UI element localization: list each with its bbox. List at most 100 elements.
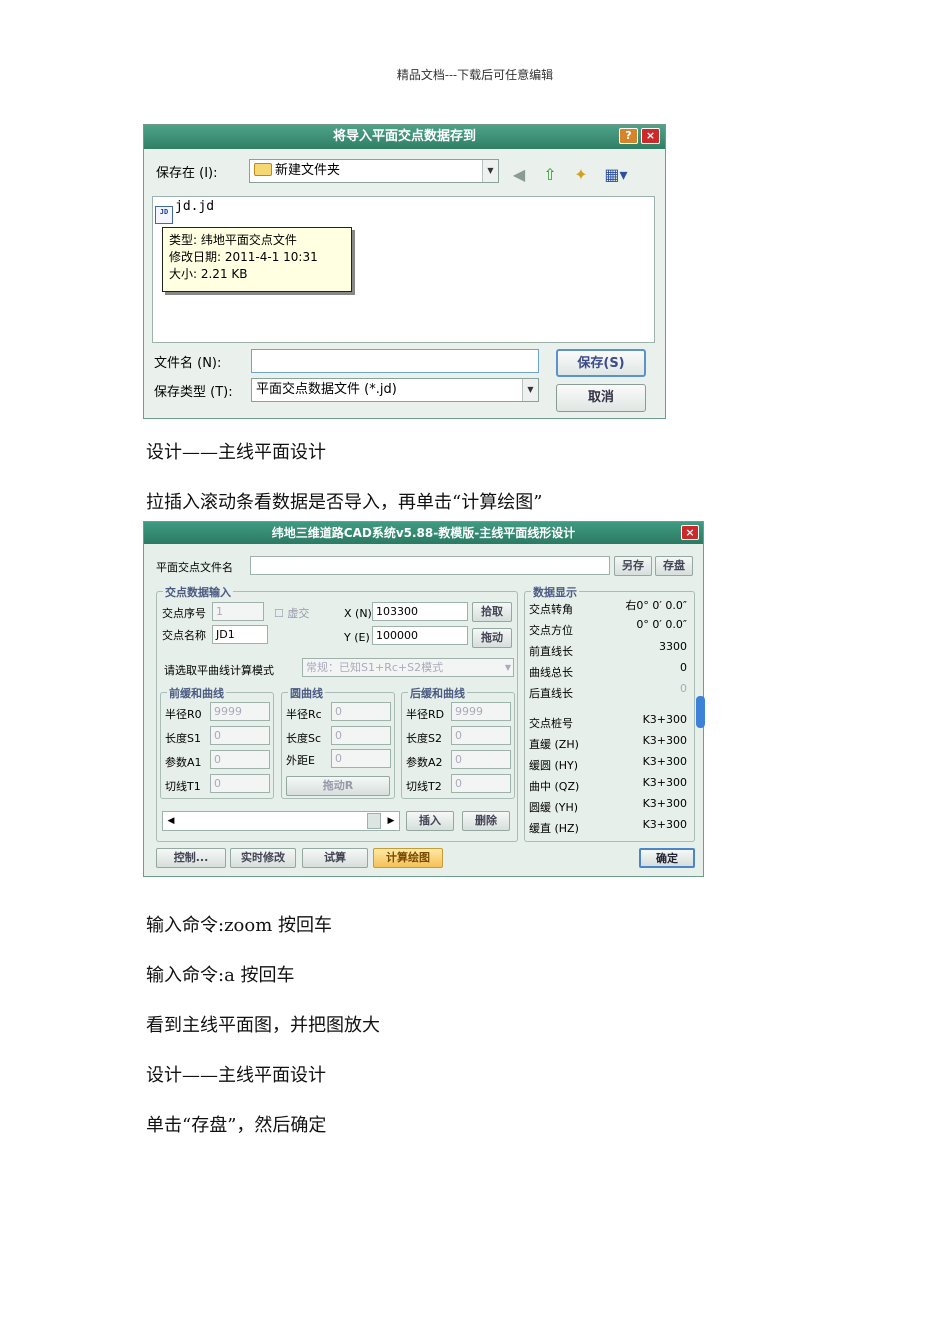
pick-button[interactable]: 拾取 (472, 602, 512, 622)
display-value: 3300 (659, 640, 687, 653)
new-folder-icon[interactable]: ✦ (571, 165, 591, 185)
display-value: K3+300 (642, 776, 687, 789)
sc-label: 长度Sc (286, 732, 322, 745)
help-button[interactable]: ? (619, 128, 638, 144)
mode-select[interactable]: 常规：已知S1+Rc+S2模式 ▼ (302, 658, 514, 677)
view-menu-icon[interactable]: ▦▾ (602, 165, 630, 185)
display-value: 0 (680, 682, 687, 695)
display-value: 0 (680, 661, 687, 674)
s1-input[interactable]: 0 (210, 726, 270, 745)
file-item-name: jd.jd (175, 199, 215, 214)
up-folder-icon[interactable]: ⇧ (540, 165, 560, 185)
name-input[interactable]: JD1 (212, 625, 268, 644)
display-label: 圆缓 (YH) (529, 801, 579, 814)
save-dialog-title: 将导入平面交点数据存到 (332, 129, 476, 144)
a1-input[interactable]: 0 (210, 750, 270, 769)
insert-button[interactable]: 插入 (406, 811, 454, 831)
virtual-label: 虚交 (287, 607, 310, 620)
store-button[interactable]: 存盘 (655, 556, 693, 576)
name-label: 交点名称 (162, 629, 206, 642)
chevron-down-icon[interactable]: ▼ (522, 379, 538, 401)
realtime-edit-button[interactable]: 实时修改 (230, 848, 296, 868)
filetype-combo[interactable]: 平面交点数据文件 (*.jd) ▼ (251, 378, 539, 402)
save-in-label: 保存在 (I): (156, 166, 218, 181)
y-label: Y (E) (344, 631, 370, 644)
control-button[interactable]: 控制... (156, 848, 226, 868)
file-item[interactable]: JD jd.jd (155, 199, 214, 224)
plane-file-input[interactable] (250, 556, 610, 575)
display-label: 后直线长 (529, 687, 573, 700)
seq-label: 交点序号 (162, 607, 206, 620)
chevron-down-icon[interactable]: ▼ (482, 160, 498, 182)
paragraph-7: 单击“存盘”，然后确定 (146, 1115, 327, 1136)
rc-label: 半径Rc (286, 708, 322, 721)
save-dialog: 将导入平面交点数据存到 ? × 保存在 (I): 新建文件夹 ▼ ◀ ⇧ ✦ ▦… (143, 124, 666, 419)
cancel-button[interactable]: 取消 (556, 384, 646, 412)
t1-input[interactable]: 0 (210, 774, 270, 793)
display-value: K3+300 (642, 818, 687, 831)
tooltip-size: 大小: 2.21 KB (169, 267, 248, 281)
tooltip-type: 类型: 纬地平面交点文件 (169, 233, 297, 247)
r0-input[interactable]: 9999 (210, 702, 270, 721)
t2-label: 切线T2 (406, 780, 442, 793)
display-label: 交点桩号 (529, 717, 573, 730)
calc-draw-button[interactable]: 计算绘图 (373, 848, 443, 868)
virtual-checkbox[interactable]: ☐ 虚交 (274, 605, 309, 621)
x-input[interactable]: 103300 (372, 602, 468, 621)
plane-file-label: 平面交点文件名 (156, 561, 233, 574)
scroll-left-icon[interactable]: ◀ (165, 814, 177, 828)
paragraph-6: 设计——主线平面设计 (146, 1065, 326, 1086)
filename-input[interactable] (251, 349, 539, 373)
paragraph-5: 看到主线平面图，并把图放大 (146, 1015, 380, 1036)
scroll-right-icon[interactable]: ▶ (385, 814, 397, 828)
r0-label: 半径R0 (165, 708, 202, 721)
paragraph-1: 设计——主线平面设计 (146, 442, 326, 463)
delete-button[interactable]: 删除 (462, 811, 510, 831)
rd-label: 半径RD (406, 708, 445, 721)
display-group-title: 数据显示 (531, 584, 579, 600)
display-value: K3+300 (642, 713, 687, 726)
scroll-thumb[interactable] (367, 813, 381, 829)
insert-scrollbar[interactable]: ◀ ▶ (162, 811, 400, 831)
back-icon[interactable]: ◀ (509, 165, 529, 185)
filename-label: 文件名 (N): (154, 356, 222, 371)
seq-input[interactable]: 1 (212, 602, 264, 621)
t2-input[interactable]: 0 (451, 774, 511, 793)
ok-button[interactable]: 确定 (639, 848, 695, 868)
filetype-label: 保存类型 (T): (154, 385, 233, 400)
a2-input[interactable]: 0 (451, 750, 511, 769)
save-in-value: 新建文件夹 (275, 163, 341, 178)
mode-label: 请选取平曲线计算模式 (164, 664, 274, 677)
front-curve-title: 前缓和曲线 (167, 685, 226, 701)
close-button[interactable]: × (641, 128, 660, 144)
rc-input[interactable]: 0 (331, 702, 391, 721)
side-expand-tab[interactable] (696, 696, 705, 728)
save-in-combo[interactable]: 新建文件夹 ▼ (249, 159, 499, 183)
jd-file-icon: JD (155, 206, 173, 224)
rd-input[interactable]: 9999 (451, 702, 511, 721)
file-tooltip: 类型: 纬地平面交点文件 修改日期: 2011-4-1 10:31 大小: 2.… (162, 227, 352, 292)
tooltip-modified: 修改日期: 2011-4-1 10:31 (169, 250, 318, 264)
e-input[interactable]: 0 (331, 749, 391, 768)
paragraph-2: 拉插入滚动条看数据是否导入，再单击“计算绘图” (146, 492, 543, 513)
save-button[interactable]: 保存(S) (556, 349, 646, 377)
s1-label: 长度S1 (165, 732, 201, 745)
drag-r-button[interactable]: 拖动R (286, 776, 390, 796)
display-value: K3+300 (642, 755, 687, 768)
x-label: X (N) (344, 607, 372, 620)
close-button[interactable]: × (681, 525, 699, 540)
save-as-button[interactable]: 另存 (614, 556, 652, 576)
e-label: 外距E (286, 754, 315, 767)
sc-input[interactable]: 0 (331, 726, 391, 745)
display-label: 前直线长 (529, 645, 573, 658)
y-input[interactable]: 100000 (372, 626, 468, 645)
design-dialog-title: 纬地三维道路CAD系统v5.88-教模版-主线平面线形设计 (271, 526, 576, 540)
file-list-pane[interactable]: JD jd.jd 类型: 纬地平面交点文件 修改日期: 2011-4-1 10:3… (152, 196, 655, 343)
s2-input[interactable]: 0 (451, 726, 511, 745)
back-curve-title: 后缓和曲线 (408, 685, 467, 701)
display-label: 交点转角 (529, 603, 573, 616)
trial-calc-button[interactable]: 试算 (302, 848, 368, 868)
display-value: K3+300 (642, 797, 687, 810)
display-label: 曲中 (QZ) (529, 780, 580, 793)
drag-button[interactable]: 拖动 (472, 628, 512, 648)
